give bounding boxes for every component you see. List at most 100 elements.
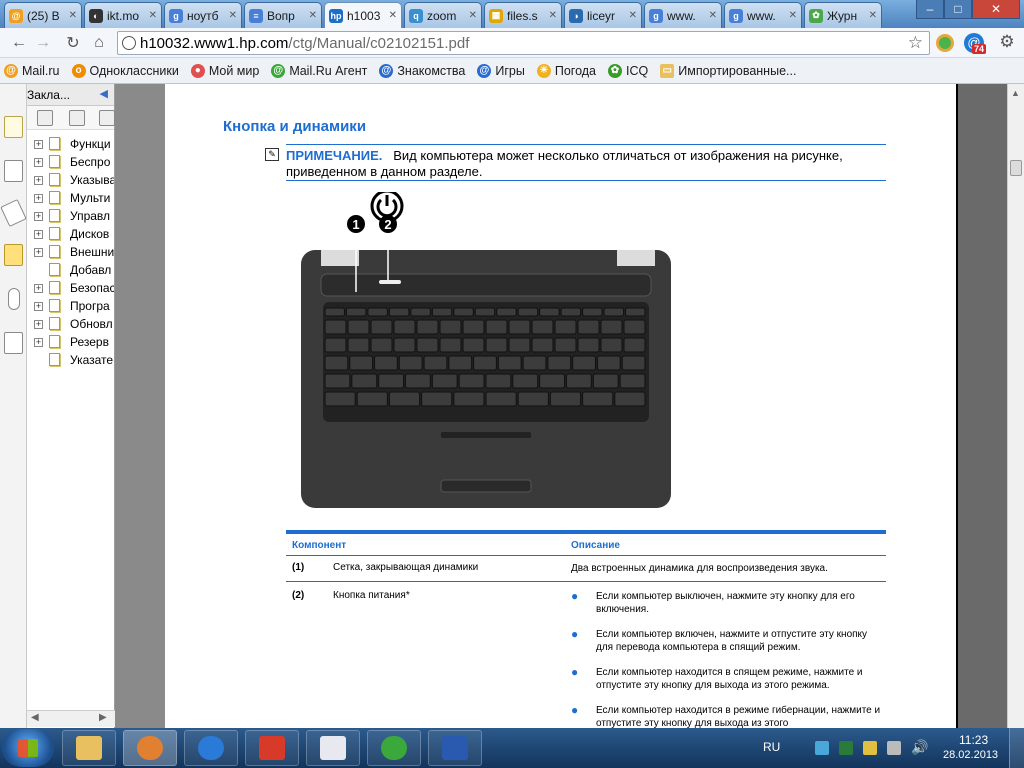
bookmark-tree-item[interactable]: + Беспро bbox=[27, 154, 114, 172]
bookmark-item[interactable]: @ Mail.Ru Агент bbox=[271, 63, 367, 78]
document-vertical-scrollbar[interactable]: ▲ bbox=[1007, 84, 1024, 728]
tab-close-icon[interactable]: ✕ bbox=[147, 10, 157, 21]
tab-0[interactable]: @ (25) В ✕ bbox=[4, 2, 82, 28]
tab-close-icon[interactable]: ✕ bbox=[707, 10, 717, 21]
maximize-button[interactable]: □ bbox=[944, 0, 972, 19]
paperclip-icon[interactable] bbox=[8, 288, 20, 310]
tab-1[interactable]: ◐ ikt.mo ✕ bbox=[84, 2, 162, 28]
tab-close-icon[interactable]: ✕ bbox=[307, 10, 317, 21]
show-desktop-button[interactable] bbox=[1009, 728, 1024, 768]
expand-icon[interactable]: + bbox=[34, 140, 43, 149]
taskbar-app-word[interactable] bbox=[428, 730, 482, 766]
bookmark-star-icon[interactable]: ☆ bbox=[908, 33, 923, 53]
tab-close-icon[interactable]: ✕ bbox=[467, 10, 477, 21]
clock-time[interactable]: 11:23 bbox=[959, 733, 988, 747]
scroll-up-icon[interactable]: ▲ bbox=[1011, 88, 1020, 98]
expand-icon[interactable]: + bbox=[34, 176, 43, 185]
bookmark-tree-item[interactable]: + Управл bbox=[27, 208, 114, 226]
comments-panel-icon[interactable] bbox=[4, 244, 23, 266]
close-button[interactable]: ✕ bbox=[972, 0, 1020, 19]
collapse-panel-icon[interactable]: ◀ bbox=[100, 87, 108, 100]
bookmark-tree-item[interactable]: + Функци bbox=[27, 136, 114, 154]
tab-2[interactable]: g ноутб ✕ bbox=[164, 2, 242, 28]
flag-icon[interactable] bbox=[863, 741, 877, 755]
clock-date[interactable]: 28.02.2013 bbox=[943, 749, 998, 761]
bookmark-tree-item[interactable]: + Резерв bbox=[27, 334, 114, 352]
tab-6[interactable]: ▦ files.s ✕ bbox=[484, 2, 562, 28]
tray-app-icon[interactable] bbox=[839, 741, 853, 755]
taskbar-app-mail-ru[interactable] bbox=[184, 730, 238, 766]
bookmark-tree-item[interactable]: + Програ bbox=[27, 298, 114, 316]
tab-7[interactable]: ◑ liceyr ✕ bbox=[564, 2, 642, 28]
bookmark-item[interactable]: ☀ Погода bbox=[536, 63, 596, 78]
tab-close-icon[interactable]: ✕ bbox=[387, 10, 397, 21]
minimize-button[interactable]: – bbox=[916, 0, 944, 19]
extension-icon[interactable] bbox=[936, 34, 954, 52]
expand-icon[interactable]: + bbox=[34, 302, 43, 311]
tab-4[interactable]: hp h1003 ✕ bbox=[324, 2, 402, 28]
scroll-left-icon[interactable]: ◀ bbox=[31, 712, 39, 723]
tab-close-icon[interactable]: ✕ bbox=[547, 10, 557, 21]
signatures-panel-icon[interactable] bbox=[4, 332, 23, 354]
bookmark-item[interactable]: о Одноклассники bbox=[71, 63, 179, 78]
forward-icon[interactable]: → bbox=[32, 32, 54, 54]
delete-bookmark-icon[interactable] bbox=[37, 110, 53, 126]
bookmark-item[interactable]: ● Мой мир bbox=[190, 63, 259, 78]
new-bookmark-icon[interactable] bbox=[69, 110, 85, 126]
taskbar-app-chrome-ball[interactable] bbox=[123, 730, 177, 766]
expand-icon[interactable]: + bbox=[34, 158, 43, 167]
bookmark-tree-item[interactable]: Указате bbox=[27, 352, 114, 370]
bookmark-item[interactable]: ✿ ICQ bbox=[608, 63, 648, 78]
expand-icon[interactable]: + bbox=[34, 338, 43, 347]
scroll-thumb[interactable] bbox=[1010, 160, 1022, 176]
tab-10[interactable]: ✿ Журн ✕ bbox=[804, 2, 882, 28]
tab-9[interactable]: g www. ✕ bbox=[724, 2, 802, 28]
bookmark-item[interactable]: ▭ Импортированные... bbox=[660, 63, 796, 78]
tab-close-icon[interactable]: ✕ bbox=[867, 10, 877, 21]
tab-5[interactable]: q zoom ✕ bbox=[404, 2, 482, 28]
taskbar-app-explorer[interactable] bbox=[62, 730, 116, 766]
attachments-panel-icon[interactable] bbox=[0, 199, 27, 227]
taskbar-app-yandex[interactable] bbox=[245, 730, 299, 766]
expand-icon[interactable]: + bbox=[34, 248, 43, 257]
bookmark-tree-item[interactable]: + Мульти bbox=[27, 190, 114, 208]
taskbar-app-agent[interactable] bbox=[367, 730, 421, 766]
expand-icon[interactable]: + bbox=[34, 194, 43, 203]
tab-3[interactable]: ≡ Вопр ✕ bbox=[244, 2, 322, 28]
expand-icon[interactable]: + bbox=[34, 230, 43, 239]
taskbar-app-mail[interactable] bbox=[306, 730, 360, 766]
reload-icon[interactable]: ↻ bbox=[62, 32, 84, 54]
panel-horizontal-scrollbar[interactable]: ◀ ▶ bbox=[27, 710, 115, 727]
network-icon[interactable] bbox=[815, 741, 829, 755]
address-bar[interactable]: h10032.www1.hp.com/ctg/Manual/c02102151.… bbox=[117, 31, 930, 55]
expand-bookmark-icon[interactable] bbox=[99, 110, 115, 126]
bookmark-tree-item[interactable]: + Безопас bbox=[27, 280, 114, 298]
tab-close-icon[interactable]: ✕ bbox=[787, 10, 797, 21]
display-icon[interactable] bbox=[887, 741, 901, 755]
bookmark-item[interactable]: @ Mail.ru bbox=[4, 63, 60, 78]
bookmark-tree-item[interactable]: + Внешни bbox=[27, 244, 114, 262]
tab-8[interactable]: g www. ✕ bbox=[644, 2, 722, 28]
tab-close-icon[interactable]: ✕ bbox=[627, 10, 637, 21]
start-button[interactable] bbox=[2, 729, 54, 767]
language-indicator[interactable]: RU bbox=[763, 740, 780, 754]
pages-panel-icon[interactable] bbox=[4, 160, 23, 182]
bookmark-tree-item[interactable]: + Указыва bbox=[27, 172, 114, 190]
bookmark-item[interactable]: @ Игры bbox=[477, 63, 525, 78]
bookmark-item[interactable]: @ Знакомства bbox=[379, 63, 465, 78]
volume-icon[interactable]: 🔊 bbox=[911, 739, 928, 756]
scroll-right-icon[interactable]: ▶ bbox=[99, 712, 107, 723]
expand-icon[interactable]: + bbox=[34, 212, 43, 221]
bookmark-tree-item[interactable]: + Дисков bbox=[27, 226, 114, 244]
bookmark-tree-item[interactable]: + Обновл bbox=[27, 316, 114, 334]
bookmark-tree-item[interactable]: Добавл bbox=[27, 262, 114, 280]
home-icon[interactable]: ⌂ bbox=[88, 32, 110, 54]
page-info-icon[interactable] bbox=[122, 36, 136, 50]
expand-icon[interactable]: + bbox=[34, 320, 43, 329]
tab-close-icon[interactable]: ✕ bbox=[227, 10, 237, 21]
wrench-menu-icon[interactable]: ⚙ bbox=[996, 32, 1018, 54]
expand-icon[interactable]: + bbox=[34, 284, 43, 293]
tab-close-icon[interactable]: ✕ bbox=[67, 10, 77, 21]
bookmarks-panel-icon[interactable] bbox=[4, 116, 23, 138]
back-icon[interactable]: ← bbox=[8, 32, 30, 54]
